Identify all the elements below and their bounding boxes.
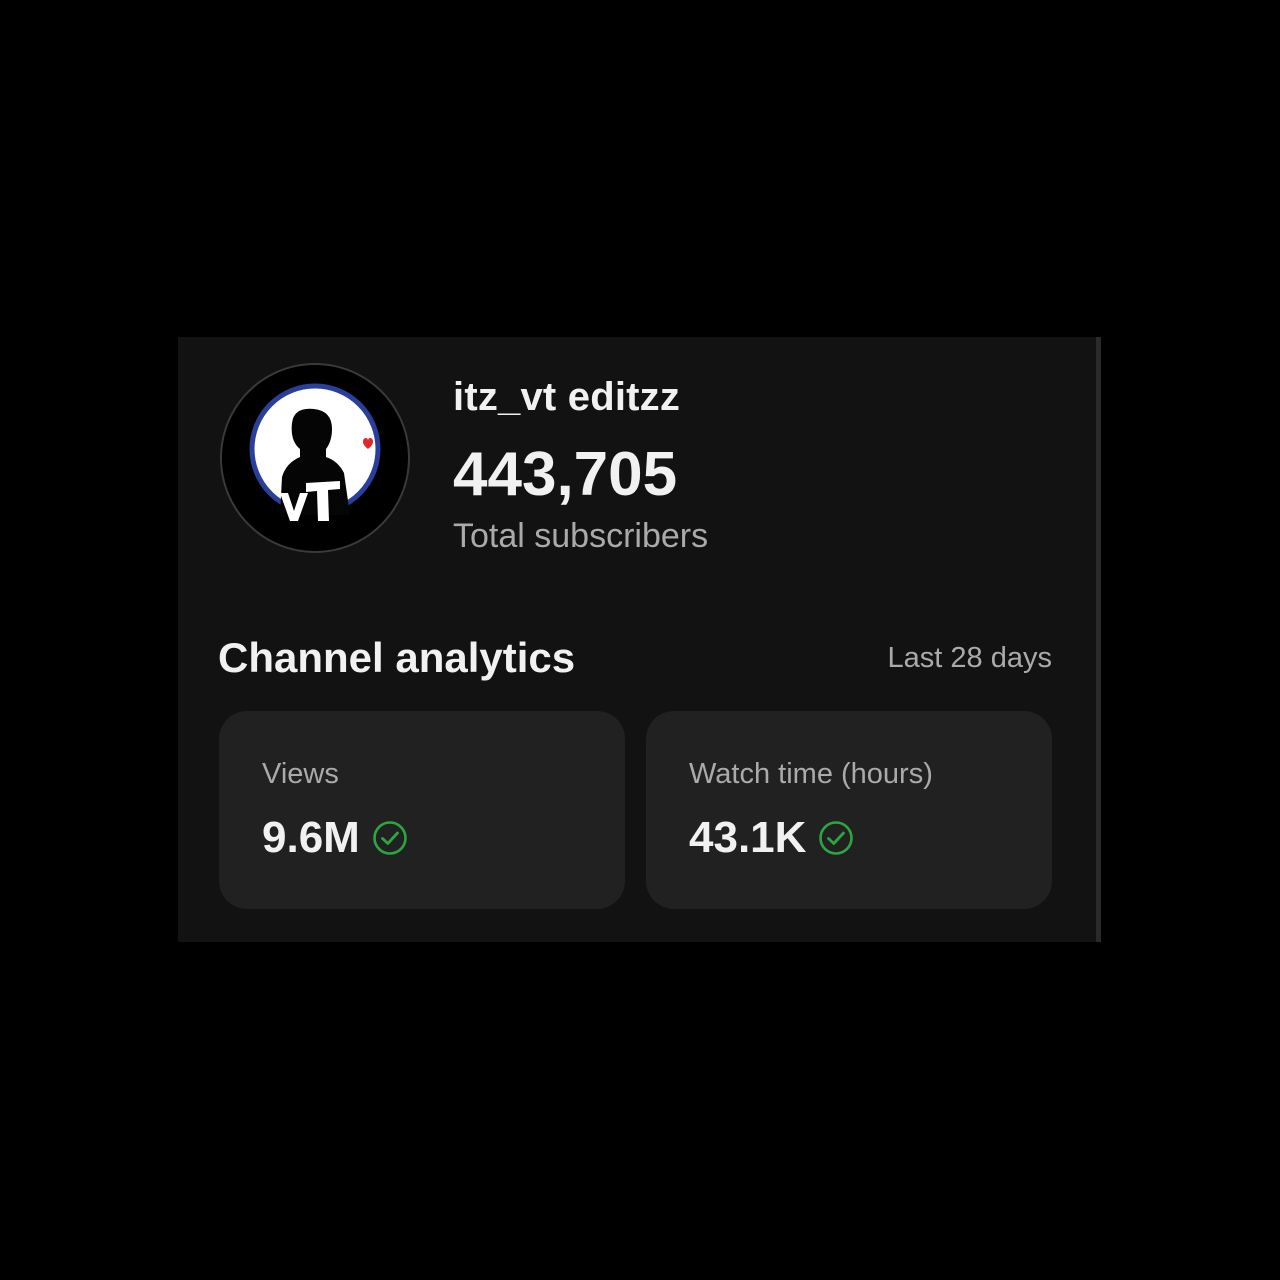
metric-value-row: 9.6M <box>262 813 408 863</box>
check-circle-icon <box>373 821 407 855</box>
metric-label: Watch time (hours) <box>689 758 933 790</box>
metric-label: Views <box>262 758 339 790</box>
watch-time-card[interactable]: Watch time (hours) 43.1K <box>646 711 1052 909</box>
channel-avatar[interactable] <box>222 365 408 551</box>
check-circle-icon <box>819 821 854 855</box>
avatar-logo-image <box>222 365 408 551</box>
metric-value-row: 43.1K <box>689 813 854 863</box>
views-card[interactable]: Views 9.6M <box>219 711 625 909</box>
views-value: 9.6M <box>262 813 360 862</box>
subscriber-count: 443,705 <box>453 440 678 509</box>
period-label: Last 28 days <box>887 642 1052 674</box>
subscriber-label: Total subscribers <box>453 517 709 555</box>
channel-name[interactable]: itz_vt editzz <box>453 375 680 420</box>
section-title: Channel analytics <box>218 634 576 681</box>
channel-card: itz_vt editzz 443,705 Total subscribers … <box>178 337 1096 942</box>
watch-time-value: 43.1K <box>689 813 807 862</box>
